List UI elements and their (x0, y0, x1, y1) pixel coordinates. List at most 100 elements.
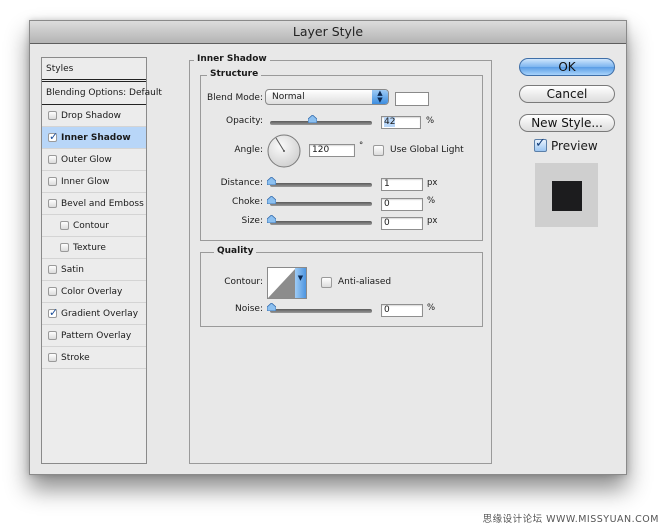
distance-slider-thumb[interactable] (267, 177, 276, 185)
style-item-label: Pattern Overlay (61, 331, 132, 341)
style-item-bevel-and-emboss[interactable]: Bevel and Emboss (42, 193, 146, 215)
preview-swatch (552, 181, 582, 211)
quality-group: Quality Contour: ▼ Anti-aliased Noise: 0… (200, 246, 483, 327)
choke-slider-track[interactable] (270, 202, 372, 206)
blend-mode-label: Blend Mode: (206, 93, 263, 103)
style-checkbox[interactable] (48, 111, 57, 120)
style-item-label: Inner Glow (61, 177, 110, 187)
style-item-label: Bevel and Emboss (61, 199, 144, 209)
style-item-texture[interactable]: Texture (42, 237, 146, 259)
angle-input[interactable]: 120 (309, 144, 355, 157)
opacity-label: Opacity: (226, 116, 263, 126)
style-checkbox[interactable] (48, 177, 57, 186)
size-input[interactable]: 0 (381, 217, 423, 230)
size-slider-thumb[interactable] (267, 215, 276, 223)
style-checkbox[interactable] (48, 287, 57, 296)
checkmark-icon: ✓ (49, 130, 59, 143)
ok-button[interactable]: OK (519, 58, 615, 76)
style-checkbox[interactable] (48, 265, 57, 274)
choke-input[interactable]: 0 (381, 198, 423, 211)
style-item-gradient-overlay[interactable]: ✓ Gradient Overlay (42, 303, 146, 325)
size-unit: px (427, 216, 438, 226)
preview-label: Preview (551, 139, 598, 153)
style-item-color-overlay[interactable]: Color Overlay (42, 281, 146, 303)
distance-value: 1 (384, 179, 390, 189)
use-global-light-label: Use Global Light (390, 145, 464, 155)
anti-aliased-checkbox[interactable] (321, 277, 332, 288)
opacity-value: 42 (384, 117, 396, 127)
style-item-satin[interactable]: Satin (42, 259, 146, 281)
style-item-label: Outer Glow (61, 155, 112, 165)
choke-label: Choke: (232, 197, 263, 207)
style-item-label: Inner Shadow (61, 133, 131, 143)
blending-options-item[interactable]: Blending Options: Default (42, 82, 162, 105)
style-checkbox[interactable]: ✓ (48, 306, 59, 319)
checkmark-icon: ✓ (535, 136, 546, 151)
style-item-label: Satin (61, 265, 84, 275)
style-checkbox[interactable] (60, 221, 69, 230)
inner-shadow-title: Inner Shadow (194, 54, 270, 64)
style-item-contour[interactable]: Contour (42, 215, 146, 237)
distance-slider-track[interactable] (270, 183, 372, 187)
blend-mode-select[interactable]: Normal ▲ ▼ (265, 89, 389, 105)
style-item-outer-glow[interactable]: Outer Glow (42, 149, 146, 171)
angle-value: 120 (312, 145, 330, 155)
style-item-label: Texture (73, 243, 106, 253)
style-checkbox[interactable] (48, 155, 57, 164)
style-checkbox[interactable]: ✓ (48, 130, 59, 143)
layer-style-dialog: Layer Style Styles Blending Options: Def… (29, 20, 627, 475)
style-item-inner-shadow[interactable]: ✓ Inner Shadow (42, 127, 146, 149)
style-checkbox[interactable] (48, 353, 57, 362)
noise-label: Noise: (235, 304, 263, 314)
new-style-button[interactable]: New Style... (519, 114, 615, 132)
noise-slider-track[interactable] (270, 309, 372, 313)
title-bar: Layer Style (30, 21, 626, 44)
noise-value: 0 (384, 305, 390, 315)
updown-arrows-icon: ▲ ▼ (372, 90, 388, 104)
cancel-button[interactable]: Cancel (519, 85, 615, 103)
preview-checkbox[interactable]: ✓ (534, 136, 547, 152)
style-checkbox[interactable] (60, 243, 69, 252)
opacity-slider-track[interactable] (270, 121, 372, 125)
styles-header[interactable]: Styles (42, 58, 146, 82)
watermark: 思缘设计论坛 WWW.MISSYUAN.COM (482, 514, 659, 525)
choke-value: 0 (384, 199, 390, 209)
distance-input[interactable]: 1 (381, 178, 423, 191)
distance-unit: px (427, 178, 438, 188)
noise-slider-thumb[interactable] (267, 303, 276, 311)
checkmark-icon: ✓ (49, 306, 59, 319)
distance-label: Distance: (220, 178, 263, 188)
contour-dropdown-arrow-icon: ▼ (295, 268, 306, 298)
shadow-color-swatch[interactable] (395, 92, 429, 106)
opacity-unit: % (426, 116, 435, 126)
choke-unit: % (427, 196, 436, 206)
use-global-light-checkbox[interactable] (373, 145, 384, 156)
anti-aliased-label: Anti-aliased (338, 277, 392, 287)
structure-title: Structure (207, 69, 262, 79)
degree-unit: ° (359, 141, 364, 151)
style-item-inner-glow[interactable]: Inner Glow (42, 171, 146, 193)
style-item-drop-shadow[interactable]: Drop Shadow (42, 105, 146, 127)
inner-shadow-group: Inner Shadow Structure Blend Mode: Norma… (189, 54, 492, 464)
opacity-slider-thumb[interactable] (308, 115, 318, 123)
style-checkbox[interactable] (48, 331, 57, 340)
blending-options-label: Blending Options: Default (46, 88, 162, 98)
style-item-label: Color Overlay (61, 287, 123, 297)
style-item-label: Drop Shadow (61, 111, 122, 121)
styles-header-label: Styles (46, 64, 74, 74)
style-checkbox[interactable] (48, 199, 57, 208)
size-slider-track[interactable] (270, 221, 372, 225)
style-item-label: Contour (73, 221, 109, 231)
style-item-stroke[interactable]: Stroke (42, 347, 146, 369)
contour-picker[interactable]: ▼ (267, 267, 307, 299)
contour-curve-icon (268, 268, 296, 298)
style-item-pattern-overlay[interactable]: Pattern Overlay (42, 325, 146, 347)
preview-thumbnail (535, 163, 598, 227)
style-item-label: Stroke (61, 353, 90, 363)
choke-slider-thumb[interactable] (267, 196, 276, 204)
angle-dial[interactable] (267, 134, 301, 168)
opacity-input[interactable]: 42 (381, 116, 421, 129)
contour-label: Contour: (224, 277, 263, 287)
noise-input[interactable]: 0 (381, 304, 423, 317)
styles-list: Styles Blending Options: Default Drop Sh… (41, 57, 162, 464)
